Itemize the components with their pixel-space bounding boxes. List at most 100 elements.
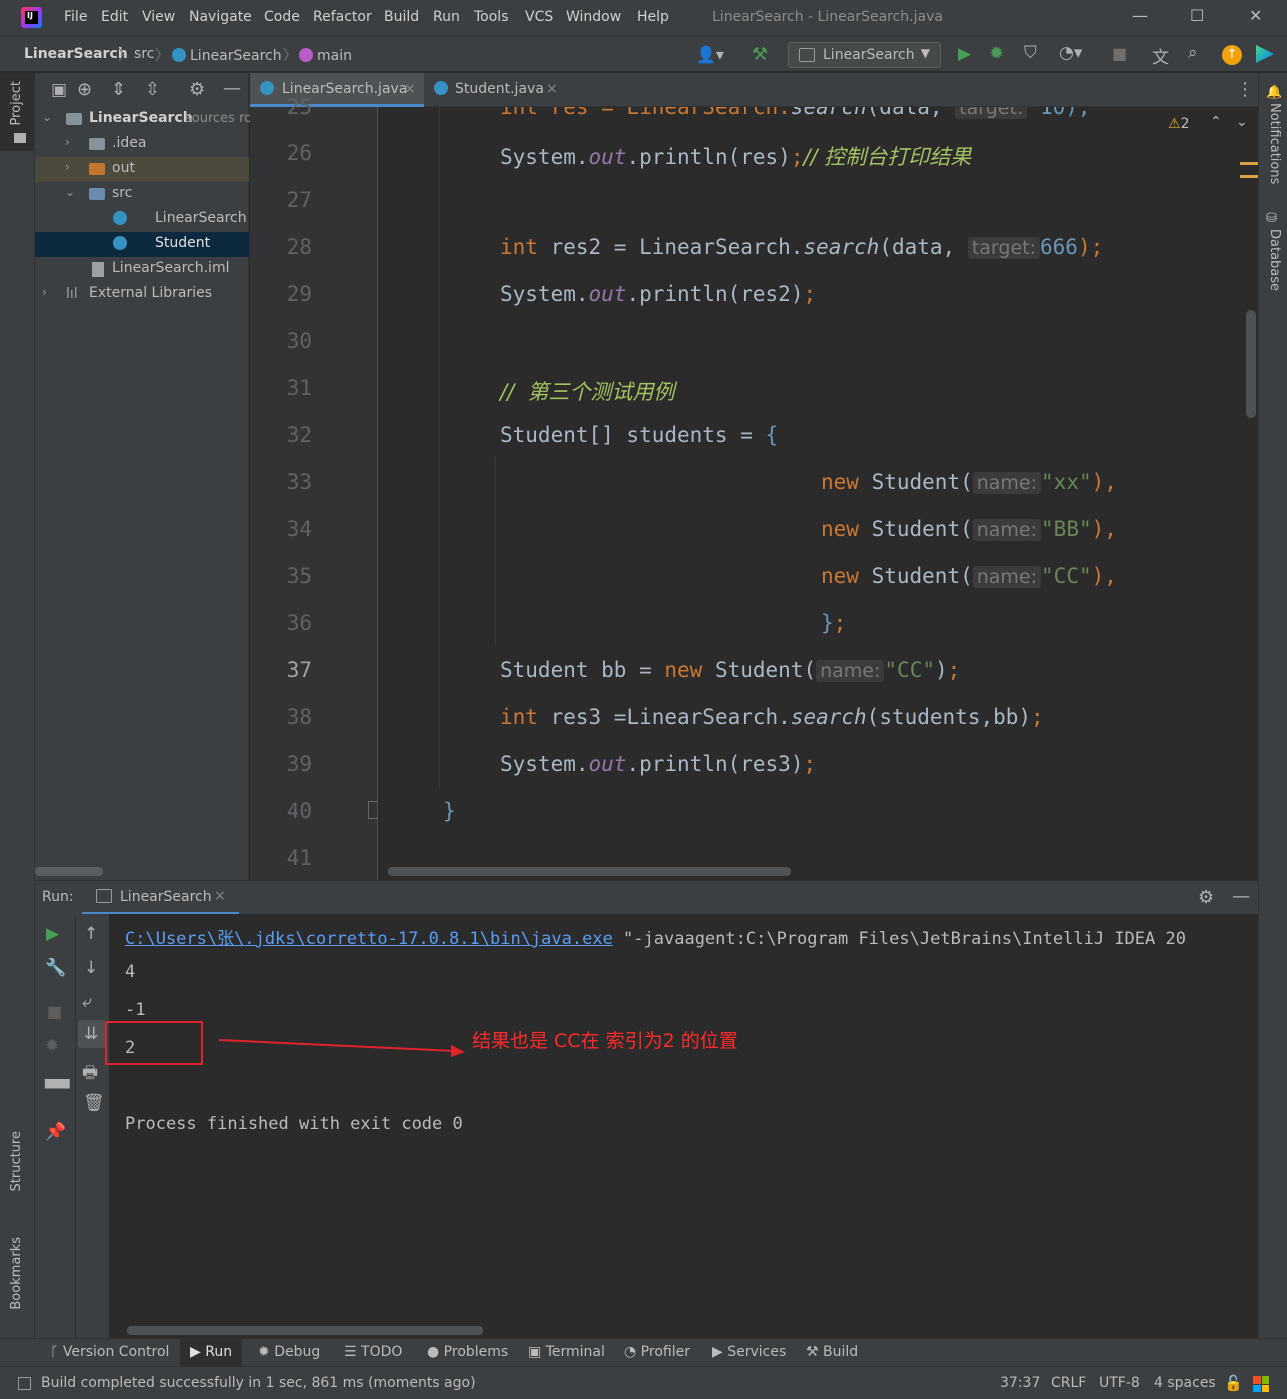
- editor-vscrollbar[interactable]: [1246, 310, 1256, 418]
- menu-help[interactable]: Help: [637, 9, 669, 25]
- previous-highlight-icon[interactable]: ⌃: [1210, 114, 1222, 130]
- close-tab-icon[interactable]: ×: [404, 81, 416, 97]
- run-icon[interactable]: ▶: [958, 44, 971, 64]
- line-separator[interactable]: CRLF: [1051, 1375, 1086, 1391]
- structure-tool-button[interactable]: Structure: [0, 1123, 35, 1208]
- tab-todo[interactable]: ☰ TODO: [344, 1344, 402, 1360]
- caret-position[interactable]: 37:37: [1000, 1375, 1040, 1391]
- tree-item-student[interactable]: Student: [35, 232, 249, 257]
- stop-icon[interactable]: ■: [1112, 44, 1127, 63]
- tree-item-idea[interactable]: › .idea: [35, 132, 249, 157]
- locate-icon[interactable]: ⊕: [77, 79, 92, 100]
- tree-item-root[interactable]: ⌄ LinearSearch sources ro: [35, 107, 252, 132]
- gear-icon[interactable]: ⚙: [189, 79, 205, 100]
- debug-icon[interactable]: ✹: [45, 1036, 59, 1056]
- next-highlight-icon[interactable]: ⌄: [1236, 114, 1248, 130]
- tab-student-java[interactable]: Student.java ×: [424, 73, 572, 107]
- tree-item-src[interactable]: ⌄ src: [35, 182, 249, 207]
- more-vertical-icon[interactable]: ⋮: [1236, 79, 1254, 100]
- tab-problems[interactable]: ● Problems: [427, 1344, 508, 1360]
- scroll-to-end-button[interactable]: ⇊: [78, 1020, 106, 1048]
- project-scrollbar[interactable]: [35, 867, 103, 876]
- maximize-icon[interactable]: ☐: [1190, 6, 1204, 25]
- project-tool-button[interactable]: Project: [0, 73, 35, 151]
- close-tab-icon[interactable]: ×: [546, 81, 558, 97]
- breadcrumb-method[interactable]: main: [299, 46, 352, 64]
- profile-icon[interactable]: ◔▾: [1059, 43, 1082, 63]
- console-output[interactable]: C:\Users\张\.jdks\corretto-17.0.8.1\bin\j…: [109, 914, 1258, 1338]
- tree-item-linearsearch[interactable]: LinearSearch: [35, 207, 249, 232]
- close-tab-icon[interactable]: ×: [214, 888, 226, 904]
- rerun-icon[interactable]: ▶: [46, 924, 59, 944]
- arrow-down-icon[interactable]: ↓: [84, 958, 98, 978]
- hide-panel-icon[interactable]: —: [1232, 886, 1250, 907]
- intellij-logo-icon[interactable]: IJ: [21, 7, 42, 28]
- editor-hscrollbar[interactable]: [388, 867, 791, 876]
- menu-refactor[interactable]: Refactor: [313, 9, 372, 25]
- java-exe-link[interactable]: C:\Users\张\.jdks\corretto-17.0.8.1\bin\j…: [125, 929, 613, 949]
- tab-profiler[interactable]: ◔ Profiler: [624, 1344, 690, 1360]
- close-icon[interactable]: ✕: [1249, 6, 1262, 25]
- debug-icon[interactable]: ✹: [989, 43, 1004, 64]
- menu-edit[interactable]: Edit: [101, 9, 128, 25]
- run-tab-linearsearch[interactable]: LinearSearch ×: [82, 881, 239, 915]
- bookmarks-tool-button[interactable]: Bookmarks: [0, 1233, 35, 1328]
- code-line-29: System.out.println(res2);: [500, 282, 817, 306]
- tab-run[interactable]: ▶ Run: [180, 1339, 243, 1367]
- print-icon[interactable]: 🖶: [82, 1060, 98, 1089]
- code-editor[interactable]: int res = LinearSearch.search(data, targ…: [378, 107, 1258, 880]
- arrow-up-icon[interactable]: ↑: [84, 924, 98, 944]
- tab-services[interactable]: ▶ Services: [712, 1344, 786, 1360]
- menu-window[interactable]: Window: [566, 9, 621, 25]
- jetbrains-toolbox-icon[interactable]: [1256, 45, 1274, 63]
- database-tool-button[interactable]: ⛁ Database: [1262, 211, 1286, 291]
- indent-guide: [439, 107, 440, 787]
- build-hammer-icon[interactable]: ⚒: [752, 44, 768, 65]
- status-message[interactable]: Build completed successfully in 1 sec, 8…: [41, 1375, 476, 1391]
- pin-icon[interactable]: 📌: [45, 1122, 66, 1142]
- warning-icon[interactable]: ⚠2: [1168, 116, 1189, 132]
- layout-icon[interactable]: ▀▀: [45, 1079, 70, 1098]
- tree-item-external-libraries[interactable]: › lıl External Libraries: [35, 282, 249, 307]
- soft-wrap-icon[interactable]: ⤶: [82, 992, 92, 1012]
- tree-item-out[interactable]: › out: [35, 157, 249, 182]
- console-hscrollbar[interactable]: [127, 1326, 483, 1335]
- tab-build[interactable]: ⚒ Build: [806, 1344, 858, 1360]
- tree-item-iml[interactable]: LinearSearch.iml: [35, 257, 249, 282]
- menu-navigate[interactable]: Navigate: [189, 9, 252, 25]
- translate-icon[interactable]: 文: [1152, 43, 1169, 68]
- search-icon[interactable]: ⌕: [1188, 43, 1198, 63]
- expand-all-icon[interactable]: ⇕: [111, 79, 126, 100]
- menu-tools[interactable]: Tools: [474, 9, 509, 25]
- tab-debug[interactable]: ✹ Debug: [258, 1344, 320, 1360]
- run-configuration-select[interactable]: LinearSearch ▼: [788, 42, 941, 68]
- collapse-all-icon[interactable]: ⇳: [145, 79, 160, 100]
- lock-icon[interactable]: 🔓: [1224, 1374, 1243, 1392]
- menu-vcs[interactable]: VCS: [525, 9, 553, 25]
- tab-terminal[interactable]: ▣ Terminal: [528, 1344, 605, 1360]
- breadcrumb-folder[interactable]: src: [134, 46, 154, 62]
- update-icon[interactable]: ↑: [1222, 45, 1242, 65]
- breadcrumb-project[interactable]: LinearSearch: [24, 46, 128, 62]
- coverage-icon[interactable]: ⛉: [1024, 43, 1037, 63]
- trash-icon[interactable]: 🗑: [83, 1093, 105, 1113]
- user-icon[interactable]: 👤▾: [696, 45, 724, 64]
- project-view-icon[interactable]: ▣: [51, 80, 67, 100]
- tab-version-control[interactable]: ᚴ Version Control: [50, 1344, 169, 1360]
- menu-build[interactable]: Build: [384, 9, 419, 25]
- hide-panel-icon[interactable]: —: [223, 78, 241, 99]
- gear-icon[interactable]: ⚙: [1198, 887, 1214, 908]
- minimize-icon[interactable]: —: [1132, 6, 1148, 25]
- run-configuration-label: LinearSearch: [823, 47, 915, 63]
- menu-code[interactable]: Code: [264, 9, 300, 25]
- menu-file[interactable]: File: [64, 9, 87, 25]
- toggle-tool-windows-icon[interactable]: [18, 1377, 31, 1390]
- menu-view[interactable]: View: [142, 9, 175, 25]
- breadcrumb-class[interactable]: LinearSearch: [172, 46, 282, 64]
- stop-icon[interactable]: ■: [47, 1002, 62, 1021]
- wrench-icon[interactable]: 🔧: [45, 958, 66, 978]
- file-encoding[interactable]: UTF-8: [1099, 1375, 1140, 1391]
- indent-setting[interactable]: 4 spaces: [1154, 1375, 1216, 1391]
- menu-run[interactable]: Run: [433, 9, 460, 25]
- notifications-tool-button[interactable]: 🔔 Notifications: [1262, 85, 1286, 195]
